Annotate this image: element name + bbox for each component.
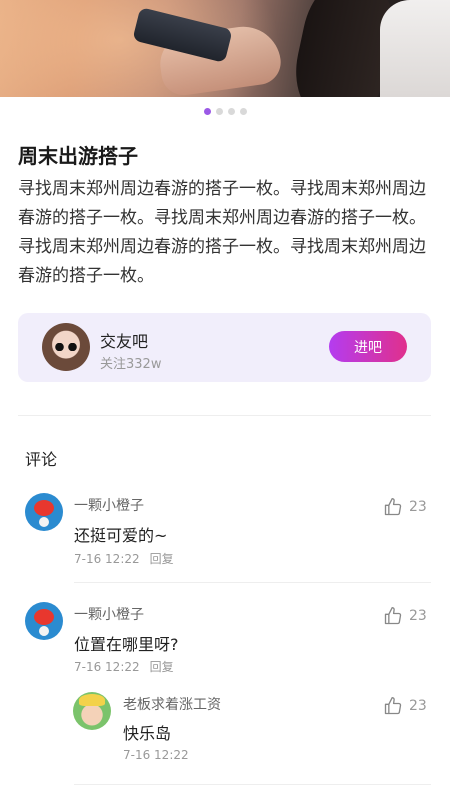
divider bbox=[74, 784, 431, 785]
like-button[interactable]: 23 bbox=[383, 696, 427, 716]
like-count: 23 bbox=[409, 608, 427, 624]
like-count: 23 bbox=[409, 499, 427, 515]
post-title: 周末出游搭子 bbox=[18, 144, 138, 168]
comment-text: 还挺可爱的~ bbox=[74, 526, 168, 545]
group-card[interactable]: 交友吧 关注332w 进吧 bbox=[18, 313, 431, 382]
carousel-indicator bbox=[0, 108, 450, 115]
comment-username[interactable]: 一颗小橙子 bbox=[74, 604, 144, 624]
reply-button[interactable]: 回复 bbox=[150, 552, 174, 566]
group-avatar[interactable] bbox=[42, 323, 90, 371]
group-name: 交友吧 bbox=[100, 332, 149, 351]
post-cover-image[interactable] bbox=[0, 0, 450, 97]
like-button[interactable]: 23 bbox=[383, 606, 427, 626]
comment-text: 快乐岛 bbox=[123, 724, 172, 743]
comment-username[interactable]: 一颗小橙子 bbox=[74, 495, 144, 515]
reply-button[interactable]: 回复 bbox=[150, 660, 174, 674]
comment-time: 7-16 12:22 bbox=[74, 552, 140, 566]
comment-time: 7-16 12:22 bbox=[74, 660, 140, 674]
avatar[interactable] bbox=[73, 692, 111, 730]
post-body: 寻找周末郑州周边春游的搭子一枚。寻找周末郑州周边春游的搭子一枚。寻找周末郑州周边… bbox=[18, 179, 426, 286]
comment-text: 位置在哪里呀? bbox=[74, 635, 179, 654]
comment-meta: 7-16 12:22 回复 bbox=[74, 658, 174, 675]
avatar[interactable] bbox=[25, 493, 63, 531]
like-count: 23 bbox=[409, 698, 427, 714]
divider bbox=[74, 582, 431, 583]
carousel-dot[interactable] bbox=[227, 108, 235, 115]
enter-group-button[interactable]: 进吧 bbox=[329, 331, 407, 362]
comment-time: 7-16 12:22 bbox=[123, 748, 189, 762]
carousel-dot[interactable] bbox=[239, 108, 247, 115]
thumbs-up-icon bbox=[384, 607, 402, 625]
group-followers: 关注332w bbox=[100, 357, 162, 372]
divider bbox=[18, 415, 431, 416]
comments-title: 评论 bbox=[25, 450, 58, 469]
like-button[interactable]: 23 bbox=[383, 497, 427, 517]
comment-meta: 7-16 12:22 bbox=[123, 748, 189, 762]
thumbs-up-icon bbox=[384, 697, 402, 715]
avatar[interactable] bbox=[25, 602, 63, 640]
comment-meta: 7-16 12:22 回复 bbox=[74, 550, 174, 567]
carousel-dot[interactable] bbox=[215, 108, 223, 115]
comment-username[interactable]: 老板求着涨工资 bbox=[123, 694, 221, 714]
carousel-dot-active[interactable] bbox=[203, 108, 211, 115]
thumbs-up-icon bbox=[384, 498, 402, 516]
